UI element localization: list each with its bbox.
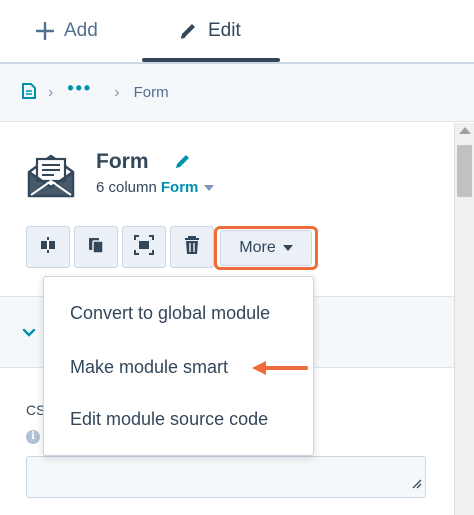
select-button[interactable] [122,226,166,268]
tab-add[interactable]: Add [36,0,98,62]
module-subtitle-prefix: 6 column [96,179,157,196]
resize-handle-icon[interactable] [412,476,422,494]
duplicate-button[interactable] [74,226,118,268]
module-subtitle: 6 column Form [96,179,215,196]
envelope-icon [26,150,76,205]
module-type-link[interactable]: Form [161,179,199,196]
menu-item-edit-source[interactable]: Edit module source code [70,409,268,430]
split-button[interactable] [26,226,70,268]
page-icon[interactable] [22,82,36,103]
more-button-label: More [239,239,276,256]
scroll-up-icon[interactable] [459,127,471,134]
plus-icon [36,22,54,40]
tab-add-label: Add [64,20,98,41]
tab-edit[interactable]: Edit [178,0,241,62]
breadcrumb-current: Form [133,84,169,101]
scroll-thumb[interactable] [457,145,472,197]
scrollbar[interactable] [454,123,474,515]
edit-name-pencil-icon[interactable] [174,152,192,175]
select-box-icon [133,234,155,261]
top-tab-bar: Add Edit [0,0,474,62]
info-icon[interactable]: i [26,430,40,444]
pencil-icon [178,21,198,41]
module-title: Form [96,150,149,173]
css-textarea[interactable] [26,456,426,498]
delete-button[interactable] [170,226,214,268]
pointer-arrow-icon [250,358,310,383]
trash-icon [183,235,201,260]
caret-down-icon[interactable] [204,185,215,192]
menu-item-make-smart[interactable]: Make module smart [70,357,228,378]
caret-down-icon [282,245,293,251]
chevron-right-icon: › [48,83,54,101]
chevron-down-icon[interactable] [22,325,36,343]
more-dots-icon[interactable]: ••• [67,78,92,99]
copy-icon [86,235,106,260]
split-icon [38,235,58,260]
tab-edit-label: Edit [208,20,241,41]
more-button[interactable]: More [220,230,312,266]
menu-item-convert-global[interactable]: Convert to global module [70,303,270,324]
chevron-right-icon: › [114,83,120,101]
breadcrumb: › ••• › Form [0,64,474,122]
